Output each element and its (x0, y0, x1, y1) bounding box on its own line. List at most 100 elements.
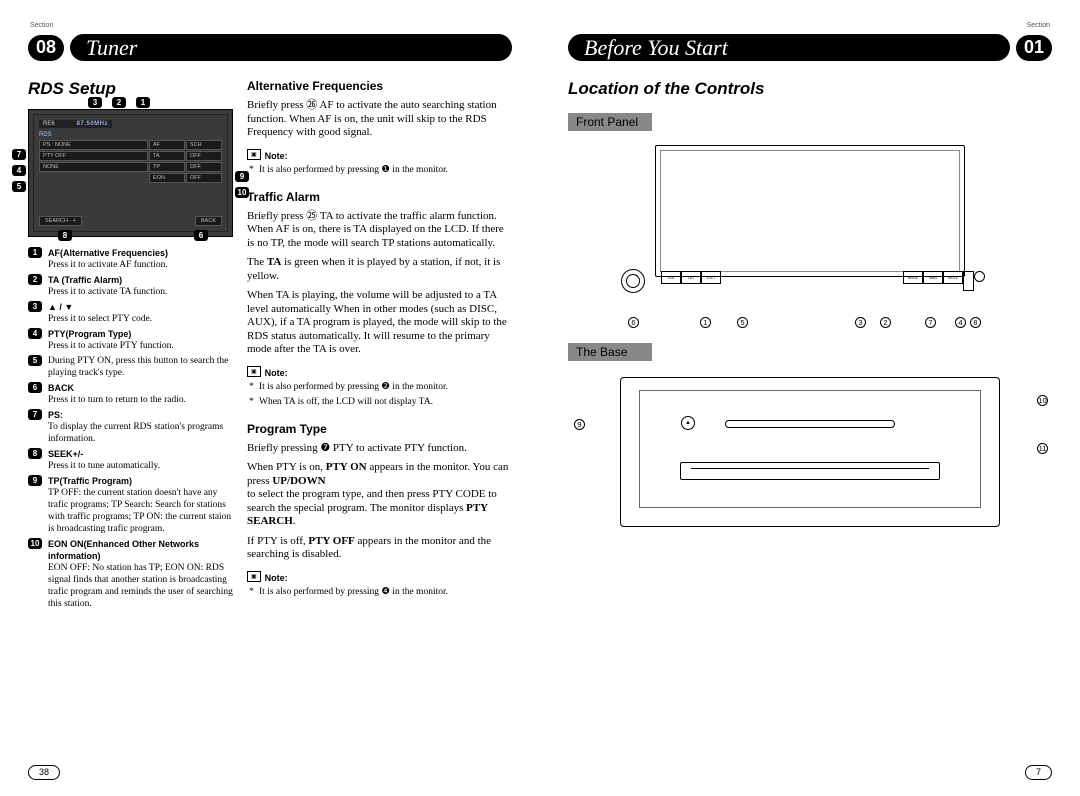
legend-list: 1 AF(Alternative Frequencies)Press it to … (28, 247, 233, 610)
fp-button: NAVI (923, 271, 943, 284)
page-number: 38 (28, 765, 60, 780)
legend-badge: 2 (28, 274, 42, 285)
header-title: Before You Start (568, 34, 1010, 61)
callout-7: 7 (12, 149, 26, 160)
p-pty3: If PTY is off, PTY OFF appears in the mo… (247, 535, 512, 562)
legend-badge: 4 (28, 328, 42, 339)
fp-button (963, 271, 974, 291)
label-base: The Base (568, 343, 652, 361)
h-pty: Program Type (247, 422, 512, 436)
legend-item: 8 SEEK+/-Press it to tune automatically. (28, 448, 233, 472)
p-pty2: When PTY is on, PTY ON appears in the mo… (247, 461, 512, 529)
legend-badge: 1 (28, 247, 42, 258)
heading-controls: Location of the Controls (568, 79, 1052, 99)
p-ta2: The TA is green when it is played by a s… (247, 256, 512, 283)
fp-callout: 4 (955, 317, 966, 328)
legend-badge: 8 (28, 448, 42, 459)
legend-item: 3 ▲ / ▼Press it to select PTY code. (28, 301, 233, 325)
diagram-base-wrap: ▲ 9 10 11 (568, 377, 1052, 527)
legend-text: PTY(Program Type)Press it to activate PT… (48, 328, 233, 352)
screen-wrap: 3 2 1 7 4 5 9 10 8 6 (28, 109, 233, 237)
fp-button: VOL (661, 271, 681, 284)
callout-10: 10 (235, 187, 249, 198)
p-af: Briefly press ㉖ AF to activate the auto … (247, 99, 512, 140)
legend-item: 6 BACKPress it to turn to return to the r… (28, 382, 233, 406)
page-right: Section Before You Start 01 Location of … (540, 0, 1080, 796)
legend-text: AF(Alternative Frequencies)Press it to a… (48, 247, 233, 271)
legend-badge: 9 (28, 475, 42, 486)
section-number: 08 (28, 35, 64, 61)
heading-rds-setup: RDS Setup (28, 79, 233, 99)
fp-callout: 6 (628, 317, 639, 328)
fp-button: MUTE (943, 271, 963, 284)
section-tab: Section (1027, 22, 1050, 29)
legend-item: 5 During PTY ON, press this button to sea… (28, 355, 233, 379)
h-ta: Traffic Alarm (247, 190, 512, 204)
p-ta3: When TA is playing, the volume will be a… (247, 289, 512, 357)
legend-badge: 6 (28, 382, 42, 393)
legend-badge: 7 (28, 409, 42, 420)
page-left: Section 08 Tuner RDS Setup 3 2 1 7 4 5 (0, 0, 540, 796)
note-icon: ▣ (247, 366, 261, 377)
base-callout: 9 (574, 419, 585, 430)
callout-4: 4 (12, 165, 26, 176)
legend-item: 1 AF(Alternative Frequencies)Press it to … (28, 247, 233, 271)
legend-text: ▲ / ▼Press it to select PTY code. (48, 301, 233, 325)
fp-callout: 8 (970, 317, 981, 328)
page-number: 7 (1025, 765, 1052, 780)
note-icon: ▣ (247, 149, 261, 160)
fp-callout: 3 (855, 317, 866, 328)
header-row: 08 Tuner (28, 34, 512, 61)
legend-badge: 3 (28, 301, 42, 312)
legend-badge: 10 (28, 538, 42, 549)
col-instructions: Alternative Frequencies Briefly press ㉖ … (247, 79, 512, 613)
fp-button (974, 271, 985, 282)
section-tab: Section (30, 22, 53, 29)
legend-item: 9 TP(Traffic Program)TP OFF: the current … (28, 475, 233, 535)
header-title: Tuner (70, 34, 512, 61)
notes-pty: It is also performed by pressing ❹ in th… (247, 586, 512, 598)
legend-badge: 5 (28, 355, 42, 366)
legend-text: TP(Traffic Program)TP OFF: the current s… (48, 475, 233, 535)
note-label: Note: (265, 573, 288, 583)
note-icon: ▣ (247, 571, 261, 582)
h-af: Alternative Frequencies (247, 79, 512, 93)
section-number: 01 (1016, 35, 1052, 61)
fp-callout: 1 (700, 317, 711, 328)
legend-text: BACKPress it to turn to return to the ra… (48, 382, 233, 406)
col-rds-setup: RDS Setup 3 2 1 7 4 5 9 10 (28, 79, 233, 613)
fp-button: EJCT (701, 271, 721, 284)
rds-screen: RE687.50MHz RDS PS : NONEAFSCH PTY OFFTA… (28, 109, 233, 237)
legend-item: 4 PTY(Program Type)Press it to activate P… (28, 328, 233, 352)
base-callout: 10 (1037, 395, 1048, 406)
legend-item: 2 TA (Traffic Alarm)Press it to activate … (28, 274, 233, 298)
diagram-front-panel: VOLTILTEJCTMODENAVIMUTE 6 1 5 3 2 7 4 8 (605, 145, 1015, 305)
p-ta1: Briefly press ㉕ TA to activate the traff… (247, 210, 512, 251)
legend-text: TA (Traffic Alarm)Press it to activate T… (48, 274, 233, 298)
header-row: Before You Start 01 (568, 34, 1052, 61)
legend-item: 10 EON ON(Enhanced Other Networks informa… (28, 538, 233, 610)
note-label: Note: (265, 151, 288, 161)
label-front-panel: Front Panel (568, 113, 652, 131)
callout-3: 3 (88, 97, 102, 108)
fp-callout: 5 (737, 317, 748, 328)
legend-text: EON ON(Enhanced Other Networks informati… (48, 538, 233, 610)
diagram-base: ▲ (620, 377, 1000, 527)
col-controls: Location of the Controls Front Panel VOL… (568, 79, 1052, 531)
base-callout: 11 (1037, 443, 1048, 454)
legend-text: During PTY ON, press this button to sear… (48, 355, 233, 379)
p-pty1: Briefly pressing ❼ PTY to activate PTY f… (247, 442, 512, 456)
legend-text: SEEK+/-Press it to tune automatically. (48, 448, 233, 472)
legend-text: PS:To display the current RDS station's … (48, 409, 233, 445)
fp-callout: 7 (925, 317, 936, 328)
notes-ta: It is also performed by pressing ❷ in th… (247, 381, 512, 408)
fp-callout: 2 (880, 317, 891, 328)
callout-2: 2 (112, 97, 126, 108)
eject-icon: ▲ (681, 416, 695, 430)
note-label: Note: (265, 368, 288, 378)
callout-1: 1 (136, 97, 150, 108)
fp-button: MODE (903, 271, 923, 284)
fp-button: TILT (681, 271, 701, 284)
callout-8: 8 (58, 230, 72, 241)
callout-5: 5 (12, 181, 26, 192)
